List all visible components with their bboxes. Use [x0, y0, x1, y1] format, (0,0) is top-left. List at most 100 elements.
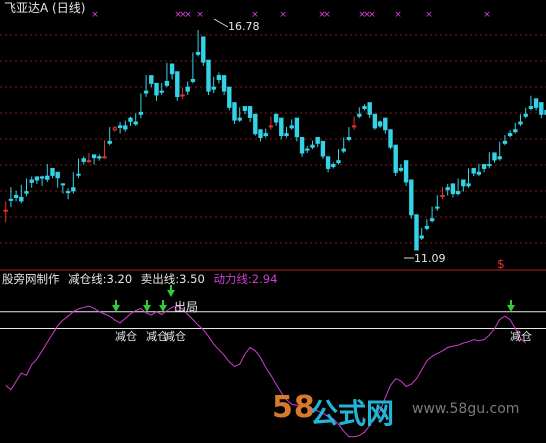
- candle-body: [492, 152, 497, 161]
- candle-body: [289, 125, 294, 129]
- candle-body: [76, 173, 81, 176]
- candle-body: [284, 133, 289, 137]
- candle-body: [419, 235, 424, 239]
- candle-body: [497, 156, 502, 160]
- candle-body: [351, 125, 357, 128]
- candle-body: [455, 191, 461, 195]
- candle-body: [403, 160, 409, 183]
- candle-body: [523, 113, 528, 117]
- candle-body: [81, 158, 86, 162]
- indicator-header: 股旁网制作 减仓线:3.20 卖出线:3.50 动力线:2.94: [2, 273, 282, 286]
- exit-signal-label: 出局: [174, 300, 199, 314]
- reduce-signal-label-4: 减仓: [510, 330, 532, 343]
- candle-body: [325, 156, 331, 169]
- signal-arrow: [167, 290, 175, 297]
- candle-body: [221, 75, 227, 92]
- candle-body: [528, 106, 534, 109]
- candle-body: [435, 206, 440, 209]
- candle-body: [507, 133, 513, 137]
- candle-body: [476, 171, 482, 175]
- candle-body: [232, 102, 237, 121]
- candle-body: [315, 136, 320, 144]
- signal-marker: ×: [425, 10, 433, 20]
- candle-body: [268, 125, 274, 128]
- signal-marker: ×: [251, 10, 259, 20]
- candle-body: [393, 144, 398, 173]
- candle-body: [71, 187, 76, 192]
- candle-body: [383, 117, 388, 131]
- candle-body: [50, 167, 55, 176]
- candle-body: [362, 106, 367, 109]
- candle-body: [450, 183, 456, 195]
- candle-body: [388, 129, 393, 148]
- signal-arrow: [507, 305, 515, 312]
- candle-body: [175, 71, 180, 98]
- low-price-label: 11.09: [414, 252, 446, 265]
- candle-body: [19, 196, 24, 202]
- candle-body: [346, 136, 352, 140]
- watermark-brand: 公式网: [310, 397, 395, 430]
- candle-body: [39, 176, 45, 179]
- candle-body: [279, 117, 284, 137]
- indicator-param-sell: 卖出线:3.50: [140, 272, 205, 286]
- candle-body: [487, 164, 492, 167]
- candle-body: [237, 117, 242, 121]
- candle-body: [133, 121, 138, 125]
- indicator-name: 股旁网制作: [2, 272, 60, 286]
- candle-body: [169, 63, 175, 75]
- stock-chart-window: × × × × × × × × × × × × × × × $ 飞亚达A (日线) 股旁网制作 减仓线:3.2…: [0, 0, 546, 443]
- candle-body: [65, 191, 71, 194]
- candle-body: [502, 140, 508, 144]
- candle-body: [331, 164, 336, 167]
- candle-body: [164, 80, 170, 86]
- candle-body: [320, 140, 326, 157]
- candle-body: [112, 127, 118, 131]
- candle-body: [102, 156, 107, 159]
- signal-marker: ×: [184, 10, 192, 20]
- candle-body: [185, 86, 190, 92]
- candle-body: [466, 183, 471, 187]
- candle-body: [336, 160, 341, 164]
- signal-marker: ×: [91, 10, 99, 20]
- candle-body: [461, 179, 466, 187]
- watermark-url: www.58gu.com: [412, 401, 520, 417]
- reduce-signal-label-3: 减仓: [164, 330, 186, 343]
- candle-body: [481, 164, 487, 169]
- candle-body: [518, 121, 523, 125]
- sell-marker: $: [497, 257, 505, 271]
- indicator-param-power: 动力线:2.94: [213, 272, 278, 286]
- candle-body: [377, 121, 383, 127]
- candle-body: [445, 187, 450, 191]
- candle-body: [91, 154, 97, 159]
- signal-marker: ×: [323, 10, 331, 20]
- candle-body: [533, 98, 539, 108]
- chart-title: 飞亚达A (日线): [4, 1, 86, 15]
- signal-marker: ×: [394, 10, 402, 20]
- indicator-param-reduce: 减仓线:3.20: [68, 272, 133, 286]
- candle-body: [201, 36, 206, 63]
- candle-body: [3, 209, 8, 212]
- power-line: [5, 305, 527, 438]
- candle-body: [86, 160, 92, 163]
- candle-body: [211, 86, 216, 90]
- candle-body: [414, 214, 419, 251]
- candle-body: [97, 156, 102, 159]
- candle-body: [227, 86, 232, 108]
- candle-body: [45, 175, 50, 180]
- candle-body: [253, 113, 258, 135]
- candle-body: [305, 148, 310, 151]
- candle-body: [143, 90, 149, 94]
- candle-body: [273, 113, 279, 123]
- candle-body: [299, 136, 305, 154]
- high-pointer: [213, 18, 229, 28]
- signal-marker: ×: [368, 10, 376, 20]
- candle-body: [409, 179, 414, 216]
- candle-body: [8, 198, 14, 201]
- candle-body: [149, 75, 154, 84]
- candle-body: [13, 194, 19, 198]
- chart-canvas: × ××× × × × ×× ××× × × ×$: [0, 10, 546, 438]
- candle-body: [117, 125, 123, 128]
- candle-body: [29, 179, 34, 183]
- candle-body: [471, 167, 476, 174]
- high-price-label: 16.78: [228, 20, 260, 33]
